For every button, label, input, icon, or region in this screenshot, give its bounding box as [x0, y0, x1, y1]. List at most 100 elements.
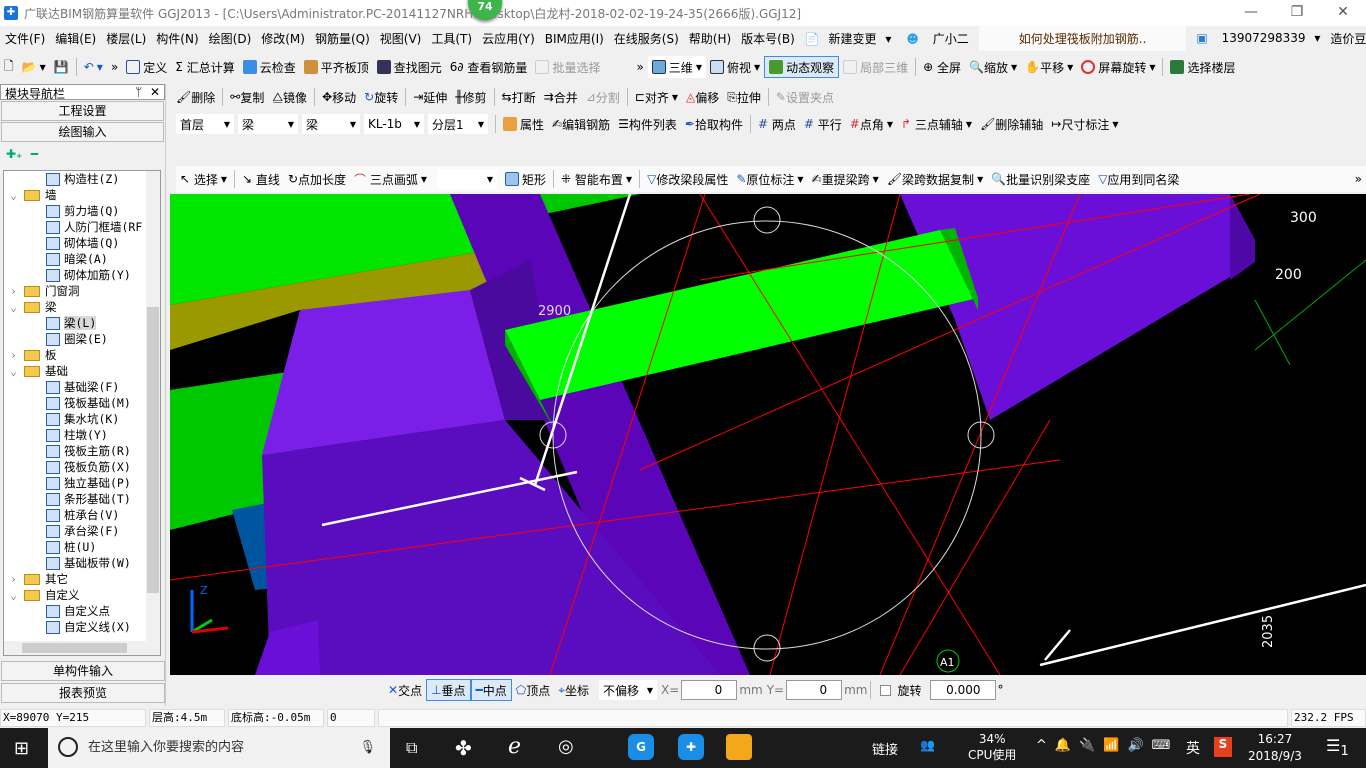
- tree-item[interactable]: 柱墩(Y): [4, 427, 160, 443]
- tree-item[interactable]: 暗梁(A): [4, 251, 160, 267]
- local-3d-button[interactable]: 局部三维: [839, 56, 912, 78]
- fullscreen-button[interactable]: ⊕ 全屏: [919, 56, 965, 78]
- menu-online[interactable]: 在线服务(S): [609, 30, 684, 47]
- zoom-button[interactable]: 🔍 缩放 ▼: [965, 56, 1021, 78]
- menu-assistant[interactable]: ☻ 广小二: [896, 30, 978, 47]
- snap-vertex-button[interactable]: ⬠ 顶点: [512, 679, 554, 701]
- menu-version[interactable]: 版本号(B): [736, 30, 800, 47]
- offset-button[interactable]: ◬ 偏移: [682, 86, 723, 108]
- mirror-button[interactable]: ⧋ 镜像: [268, 86, 311, 108]
- clock[interactable]: 16:27 2018/9/3: [1248, 731, 1302, 765]
- chevron-right-icon[interactable]: ›: [10, 571, 24, 587]
- snap-midpoint-button[interactable]: ━ 中点: [470, 679, 512, 701]
- tree-item[interactable]: 梁(L): [4, 315, 160, 331]
- menu-floor[interactable]: 楼层(L): [101, 30, 151, 47]
- line-button[interactable]: ↘ 直线: [238, 168, 284, 190]
- select-button[interactable]: ↖ 选择 ▼: [176, 168, 231, 190]
- chevron-down-icon[interactable]: ⌄: [10, 187, 24, 203]
- trim-button[interactable]: ╫ 修剪: [451, 86, 490, 108]
- tree-item[interactable]: 筏板基础(M): [4, 395, 160, 411]
- tree-item[interactable]: 圈梁(E): [4, 331, 160, 347]
- batch-select-button[interactable]: 批量选择: [531, 56, 604, 78]
- open-file-button[interactable]: 📂 ▼: [18, 56, 50, 78]
- tree-item[interactable]: › 门窗洞: [4, 283, 160, 299]
- menu-help[interactable]: 帮助(H): [684, 30, 736, 47]
- tree-item[interactable]: 构造柱(Z): [4, 171, 160, 187]
- tree-item[interactable]: ⌄ 梁: [4, 299, 160, 315]
- merge-button[interactable]: ⇉ 合并: [540, 86, 582, 108]
- smart-layout-button[interactable]: ⁜ 智能布置 ▼: [557, 168, 636, 190]
- delete-axis-button[interactable]: 🖌 删除辅轴: [976, 113, 1047, 135]
- chevron-down-icon[interactable]: ⌄: [10, 363, 24, 379]
- menu-edit[interactable]: 编辑(E): [50, 30, 101, 47]
- floor-select[interactable]: 首层 ▼: [176, 114, 234, 134]
- edit-rebar-button[interactable]: ✍ 编辑钢筋: [548, 113, 614, 135]
- ie-icon[interactable]: ℯ: [508, 734, 521, 759]
- account-menu[interactable]: ▣ 13907298339 ▾: [1186, 31, 1325, 45]
- break-button[interactable]: ⇆ 打断: [498, 86, 540, 108]
- tree-item[interactable]: 集水坑(K): [4, 411, 160, 427]
- action-center-icon[interactable]: ☰1: [1326, 736, 1349, 759]
- screen-rotate-button[interactable]: 屏幕旋转 ▼: [1077, 56, 1159, 78]
- set-grip-button[interactable]: ✎ 设置夹点: [772, 86, 838, 108]
- flush-slab-top-button[interactable]: 平齐板顶: [300, 56, 373, 78]
- y-input[interactable]: 0: [786, 680, 843, 700]
- close-button[interactable]: ✕: [1320, 0, 1366, 26]
- pick-component-button[interactable]: ✒ 拾取构件: [681, 113, 747, 135]
- extend-button[interactable]: ⇥ 延伸: [409, 86, 451, 108]
- chevron-down-icon[interactable]: ⌄: [10, 587, 24, 603]
- tree-item[interactable]: 基础梁(F): [4, 379, 160, 395]
- batch-identify-support-button[interactable]: 🔍 批量识别梁支座: [987, 168, 1094, 190]
- menu-view[interactable]: 视图(V): [375, 30, 427, 47]
- copy-span-data-button[interactable]: 🖌 梁跨数据复制 ▼: [883, 168, 987, 190]
- arc-option-select[interactable]: ▼: [437, 169, 498, 189]
- rotate-button[interactable]: ↻ 旋转: [360, 86, 402, 108]
- restore-button[interactable]: ❐: [1274, 0, 1320, 26]
- tree-item[interactable]: 基础板带(W): [4, 555, 160, 571]
- delete-button[interactable]: 🖌 删除: [172, 86, 219, 108]
- tree-item[interactable]: 桩(U): [4, 539, 160, 555]
- parallel-axis-button[interactable]: # 平行: [800, 113, 846, 135]
- tree-item[interactable]: ⌄ 基础: [4, 363, 160, 379]
- cloud-check-button[interactable]: 云检查: [239, 56, 300, 78]
- close-nav-icon[interactable]: ✕: [150, 85, 160, 99]
- select-floor-button[interactable]: 选择楼层: [1166, 56, 1239, 78]
- pan-button[interactable]: ✋ 平移 ▼: [1021, 56, 1077, 78]
- layer-select[interactable]: 分层1 ▼: [428, 114, 488, 134]
- ime-indicator[interactable]: 英: [1186, 738, 1200, 758]
- windows-start-icon[interactable]: ⊞: [14, 738, 29, 759]
- microphone-icon[interactable]: 🎙: [359, 728, 376, 768]
- tree-item[interactable]: 人防门框墙(RF: [4, 219, 160, 235]
- tree-horizontal-scrollbar[interactable]: [4, 641, 160, 655]
- 3d-button[interactable]: 三维 ▼: [647, 56, 706, 78]
- notes-app-icon[interactable]: [726, 734, 752, 760]
- expand-all-icon[interactable]: ✚₊: [6, 147, 22, 161]
- point-length-button[interactable]: ↻ 点加长度: [284, 168, 350, 190]
- undo-button[interactable]: ↶ ▼: [80, 56, 107, 78]
- tree-item[interactable]: 自定义线(X): [4, 619, 160, 635]
- pin-icon[interactable]: ᛘ: [135, 85, 142, 99]
- menu-modify[interactable]: 修改(M): [256, 30, 310, 47]
- menu-cloud[interactable]: 云应用(Y): [477, 30, 540, 47]
- rectangle-button[interactable]: 矩形: [501, 168, 550, 190]
- move-button[interactable]: ✥ 移动: [318, 86, 360, 108]
- three-point-axis-button[interactable]: ↱ 三点辅轴 ▼: [897, 113, 976, 135]
- three-point-arc-button[interactable]: ⌒ 三点画弧 ▼: [350, 168, 431, 190]
- snap-perpendicular-button[interactable]: ⊥ 垂点: [426, 679, 471, 701]
- point-angle-button[interactable]: # 点角 ▼: [846, 113, 897, 135]
- app-notification-icon[interactable]: ◎: [558, 736, 574, 757]
- fan-app-icon[interactable]: ✤: [455, 736, 472, 760]
- sogou-icon[interactable]: S: [1214, 737, 1232, 757]
- tree-item[interactable]: › 板: [4, 347, 160, 363]
- tree-item[interactable]: 砌体墙(Q): [4, 235, 160, 251]
- re-extract-span-button[interactable]: ✍ 重提梁跨 ▼: [808, 168, 883, 190]
- subtype-select[interactable]: 梁 ▼: [302, 114, 360, 134]
- tree-item[interactable]: 筏板负筋(X): [4, 459, 160, 475]
- snap-coordinate-button[interactable]: ⌖ 坐标: [554, 679, 593, 701]
- summary-calc-button[interactable]: Σ 汇总计算: [171, 56, 238, 78]
- links-toolbar[interactable]: 链接: [872, 739, 898, 758]
- chevron-right-icon[interactable]: ›: [10, 347, 24, 363]
- two-point-axis-button[interactable]: # 两点: [754, 113, 800, 135]
- tree-item[interactable]: 桩承台(V): [4, 507, 160, 523]
- more-icon[interactable]: »: [632, 56, 647, 78]
